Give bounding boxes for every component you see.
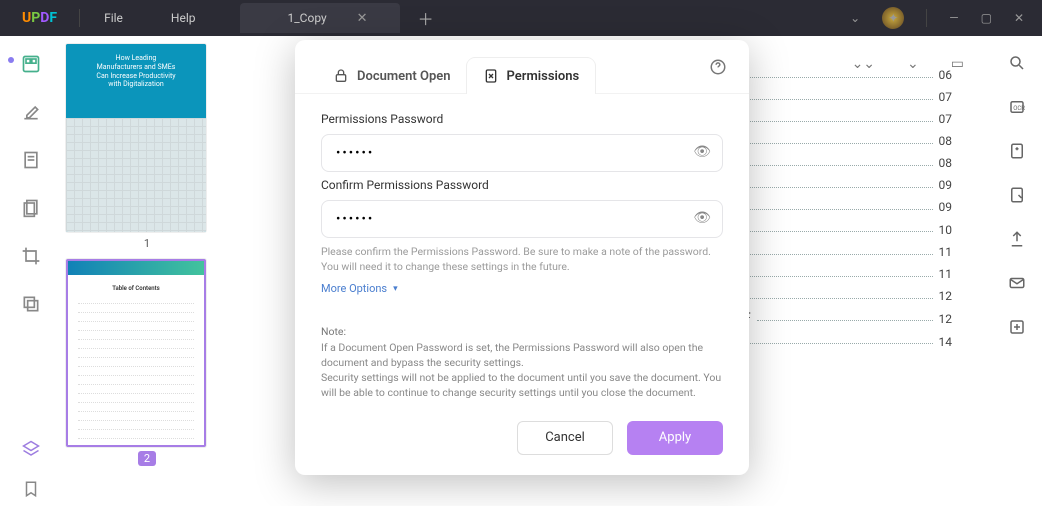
- thumb1-line: Manufacturers and SMEs: [76, 63, 196, 72]
- view-mode-icons: ⌄⌄ ⌄ ▭: [852, 56, 964, 72]
- thumbnail-2[interactable]: Table of Contents 2: [66, 259, 228, 466]
- tab-label: Permissions: [507, 69, 580, 84]
- note-section: Note: If a Document Open Password is set…: [295, 314, 749, 414]
- tab-document-open[interactable]: Document Open: [317, 58, 467, 94]
- presentation-icon[interactable]: ▭: [951, 56, 964, 72]
- share-icon[interactable]: [1008, 230, 1026, 248]
- tab-label: 1_Copy: [288, 11, 327, 25]
- scroll-down-icon[interactable]: ⌄⌄: [852, 56, 875, 72]
- dialog-footer: Cancel Apply: [295, 415, 749, 475]
- chevron-down-icon[interactable]: ⌄: [850, 11, 860, 25]
- convert-icon[interactable]: [1008, 186, 1026, 204]
- menu-file[interactable]: File: [80, 11, 147, 25]
- ocr-icon[interactable]: OCR: [1008, 98, 1026, 116]
- tabs-bar: 1_Copy ✕ ＋: [240, 3, 833, 33]
- marker-icon[interactable]: [21, 102, 41, 122]
- compress-icon[interactable]: [1008, 142, 1026, 160]
- dialog-tabs: Document Open Permissions: [295, 40, 749, 94]
- page-number: 12: [939, 312, 953, 326]
- titlebar: UPDF File Help 1_Copy ✕ ＋ ⌄ ✦ — ▢ ✕: [0, 0, 1042, 36]
- menu-help[interactable]: Help: [147, 11, 220, 25]
- lock-icon: [333, 68, 349, 84]
- leader-dots: [757, 316, 933, 321]
- dialog-body: Permissions Password 👁 Confirm Permissio…: [295, 93, 749, 314]
- page-number: 11: [939, 267, 953, 281]
- svg-text:OCR: OCR: [1013, 105, 1025, 112]
- more-options-link[interactable]: More Options: [321, 282, 398, 295]
- close-button[interactable]: ✕: [1014, 11, 1024, 25]
- dot-indicator: [8, 57, 14, 63]
- ai-spark-icon[interactable]: ✦: [882, 7, 904, 29]
- new-tab-button[interactable]: ＋: [418, 6, 434, 30]
- app-logo: UPDF: [0, 10, 79, 26]
- minimize-button[interactable]: —: [949, 11, 958, 25]
- page-number: 08: [939, 134, 953, 148]
- tab-permissions[interactable]: Permissions: [467, 58, 596, 94]
- right-sidebar: OCR: [992, 36, 1042, 506]
- note-label: Note:: [321, 324, 723, 339]
- copy-icon[interactable]: [21, 294, 41, 314]
- page-list-icon[interactable]: [21, 150, 41, 170]
- bookmark-icon[interactable]: [22, 480, 40, 498]
- save-icon[interactable]: [1008, 318, 1026, 336]
- page-number: 12: [939, 289, 953, 303]
- help-icon[interactable]: [709, 58, 727, 76]
- confirm-password-label: Confirm Permissions Password: [321, 178, 723, 192]
- tab-label: Document Open: [357, 69, 451, 84]
- thumbnail-1[interactable]: How Leading Manufacturers and SMEs Can I…: [66, 44, 228, 251]
- page-number: 07: [939, 112, 953, 126]
- page-number: 14: [939, 335, 953, 349]
- confirm-permissions-password-field[interactable]: [321, 200, 723, 238]
- page-number: 09: [939, 200, 953, 214]
- thumb1-line: How Leading: [76, 54, 196, 63]
- window-controls: ⌄ ✦ — ▢ ✕: [832, 7, 1042, 29]
- thumb-number: 1: [144, 237, 150, 250]
- thumbnail-panel: How Leading Manufacturers and SMEs Can I…: [62, 36, 240, 506]
- maximize-button[interactable]: ▢: [981, 11, 992, 25]
- eye-icon[interactable]: 👁: [693, 210, 711, 226]
- toc-title: Table of Contents: [78, 285, 194, 292]
- search-icon[interactable]: [1008, 54, 1026, 72]
- thumb1-line: Can Increase Productivity: [76, 72, 196, 81]
- crop-icon[interactable]: [21, 246, 41, 266]
- password-hint: Please confirm the Permissions Password.…: [321, 244, 723, 274]
- document-tab[interactable]: 1_Copy ✕: [240, 3, 400, 33]
- page-number: 10: [939, 223, 953, 237]
- left-sidebar: [0, 36, 62, 506]
- layers-icon[interactable]: [22, 440, 40, 458]
- page-number: 11: [939, 245, 953, 259]
- leader-dots: [748, 339, 932, 344]
- note-line: If a Document Open Password is set, the …: [321, 340, 723, 370]
- page-number: 07: [939, 90, 953, 104]
- page-number: 09: [939, 178, 953, 192]
- note-line: Security settings will not be applied to…: [321, 370, 723, 400]
- apply-button[interactable]: Apply: [627, 421, 723, 455]
- close-icon[interactable]: ✕: [357, 11, 368, 26]
- scroll-bottom-icon[interactable]: ⌄: [907, 56, 919, 72]
- shield-icon: [483, 68, 499, 84]
- mail-icon[interactable]: [1008, 274, 1026, 292]
- thumbnails-icon[interactable]: [21, 54, 41, 74]
- thumb1-line: with Digitalization: [76, 80, 196, 89]
- separator: [926, 9, 927, 27]
- permissions-dialog: Document Open Permissions Permissions Pa…: [295, 40, 749, 475]
- left-sidebar-bottom: [0, 440, 62, 498]
- page-number: 08: [939, 156, 953, 170]
- cancel-button[interactable]: Cancel: [517, 421, 613, 455]
- permissions-password-field[interactable]: [321, 134, 723, 172]
- password-label: Permissions Password: [321, 112, 723, 126]
- eye-icon[interactable]: 👁: [693, 144, 711, 160]
- thumb-number: 2: [138, 451, 156, 466]
- files-icon[interactable]: [21, 198, 41, 218]
